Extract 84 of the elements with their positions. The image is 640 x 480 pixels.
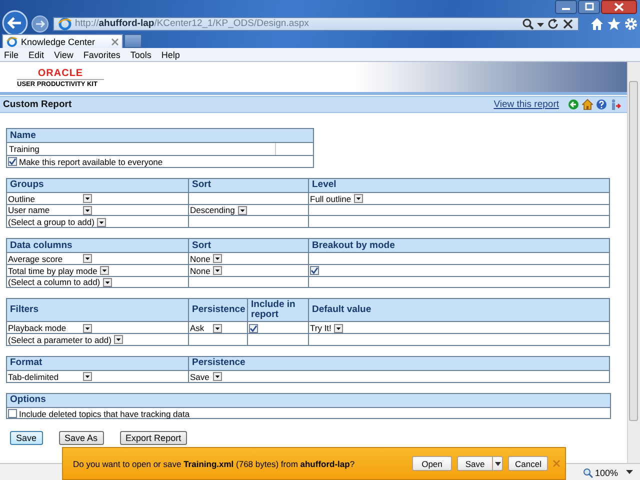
checkbox[interactable] xyxy=(8,408,17,418)
column-header: Include in report xyxy=(248,298,308,322)
check-icon xyxy=(311,267,318,274)
column-header: Sort xyxy=(188,178,308,192)
column-header: Sort xyxy=(188,238,308,252)
menu-item[interactable]: Help xyxy=(161,50,180,60)
caret-icon xyxy=(213,324,222,332)
caret-icon[interactable] xyxy=(626,470,633,475)
column-header: Options xyxy=(6,393,610,407)
search-icon[interactable] xyxy=(522,18,534,30)
dropdown[interactable]: Full outline xyxy=(310,194,364,204)
caret-icon xyxy=(354,194,364,203)
caret-icon xyxy=(213,266,222,275)
column-header: Breakout by mode xyxy=(308,238,610,252)
column-header: Default value xyxy=(308,298,610,322)
caret-icon xyxy=(238,206,247,215)
checkbox[interactable] xyxy=(249,324,258,333)
menu-item[interactable]: Favorites xyxy=(83,50,120,60)
menu-item[interactable]: Edit xyxy=(28,50,44,60)
check-icon xyxy=(250,324,257,332)
notification-message: Do you want to open or save Training.xml (768 bytes) from ahufford-lap? xyxy=(73,458,355,468)
logo-text: ORACLE xyxy=(17,68,104,80)
column-header: Filters xyxy=(6,298,188,322)
checkbox-label: Include deleted topics that have tracking data xyxy=(19,408,190,418)
column-header: Data columns xyxy=(6,238,188,252)
caret-icon xyxy=(114,335,124,344)
column-header: Level xyxy=(308,178,610,192)
restore-icon[interactable] xyxy=(578,0,600,14)
notification-button[interactable]: Save xyxy=(457,456,493,471)
close-icon[interactable] xyxy=(601,0,637,14)
dropdown-button[interactable] xyxy=(493,456,503,471)
notification-button[interactable]: Open xyxy=(412,456,452,471)
settings-icon[interactable] xyxy=(624,16,638,30)
caret-icon xyxy=(83,324,92,332)
zoom-icon xyxy=(582,468,593,478)
caret-icon xyxy=(334,324,344,332)
notification-button[interactable]: Cancel xyxy=(508,456,548,471)
browser-logo-icon xyxy=(6,36,18,48)
help-icon[interactable] xyxy=(596,99,608,110)
column-header: Groups xyxy=(6,178,188,192)
view-report-link[interactable]: View this report xyxy=(494,99,560,110)
form-button[interactable]: Save As xyxy=(58,431,104,446)
checkbox[interactable] xyxy=(8,157,17,166)
caret-icon xyxy=(83,254,92,264)
checkbox[interactable] xyxy=(310,266,319,276)
address-field[interactable]: http://ahufford-lap/KCenter12_1/KP_ODS/Design.aspx xyxy=(53,16,579,30)
menu-item[interactable]: View xyxy=(54,50,74,60)
star-icon[interactable] xyxy=(607,16,621,30)
scrollbar[interactable] xyxy=(627,62,640,463)
exit-icon[interactable] xyxy=(610,98,622,110)
menu-item[interactable]: Tools xyxy=(130,50,152,60)
caret-icon xyxy=(83,372,92,381)
caret-icon xyxy=(213,372,222,381)
column-header: Format xyxy=(6,356,188,370)
column-header: Persistence xyxy=(188,356,610,370)
new-tab-button[interactable] xyxy=(124,34,142,48)
zoom-control[interactable]: 100% xyxy=(582,468,618,478)
column-header: Name xyxy=(6,128,314,142)
checkbox-label: Make this report available to everyone xyxy=(19,156,163,167)
caret-icon xyxy=(103,278,112,287)
caret-icon xyxy=(97,218,106,226)
scroll-thumb[interactable] xyxy=(629,81,638,421)
dropdown[interactable]: Try It! xyxy=(310,323,344,333)
column-header: Persistence xyxy=(188,298,248,322)
caret-icon xyxy=(213,254,222,264)
dropdown[interactable]: Save xyxy=(190,372,222,382)
refresh-icon[interactable] xyxy=(547,18,559,30)
close-tab-icon[interactable] xyxy=(111,38,119,46)
page-title: Custom Report xyxy=(3,99,72,110)
arrow-circle-icon[interactable] xyxy=(568,99,580,110)
browser-tab[interactable]: Knowledge Center xyxy=(2,34,123,48)
home-icon[interactable] xyxy=(590,16,604,30)
form-button[interactable]: Save xyxy=(10,431,43,446)
form-button[interactable]: Export Report xyxy=(120,431,188,446)
stop-icon[interactable] xyxy=(562,18,574,30)
caret-icon xyxy=(83,194,92,203)
browser-logo-icon xyxy=(58,16,72,30)
menu-item[interactable]: File xyxy=(4,50,19,60)
check-icon xyxy=(9,158,16,166)
home-icon[interactable] xyxy=(582,99,594,110)
caret-icon xyxy=(83,206,92,215)
caret-icon xyxy=(494,462,500,466)
caret-icon xyxy=(100,266,110,275)
minimize-icon[interactable] xyxy=(555,0,577,14)
